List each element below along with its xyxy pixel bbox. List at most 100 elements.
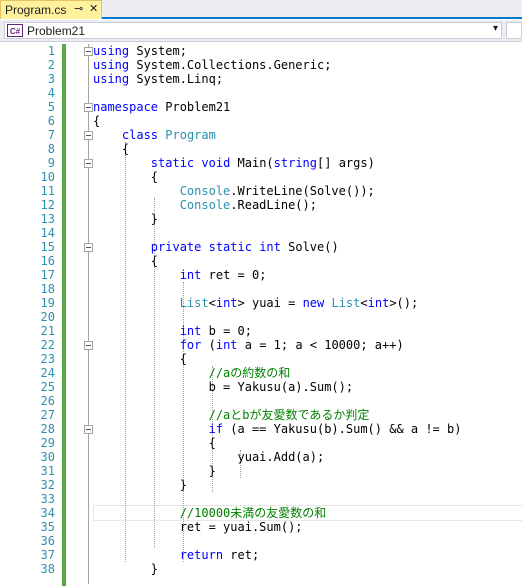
code-line[interactable]: 10 { xyxy=(0,170,522,184)
line-number: 24 xyxy=(40,366,55,380)
code-line[interactable]: 29 { xyxy=(0,436,522,450)
code-token: static xyxy=(150,156,195,170)
line-number: 11 xyxy=(40,184,55,198)
code-token: yuai.Add(a); xyxy=(93,450,325,464)
code-line[interactable]: 35 ret = yuai.Sum(); xyxy=(0,520,522,534)
code-token: int xyxy=(367,296,390,310)
code-text: b = Yakusu(a).Sum(); xyxy=(93,380,354,394)
code-line[interactable]: 13 } xyxy=(0,212,522,226)
code-line[interactable]: 2 using System.Collections.Generic; xyxy=(0,58,522,72)
code-line[interactable]: 33 xyxy=(0,492,522,506)
line-number: 34 xyxy=(40,506,55,520)
code-line[interactable]: 16 { xyxy=(0,254,522,268)
code-token: < xyxy=(208,296,216,310)
code-line[interactable]: 25 b = Yakusu(a).Sum(); xyxy=(0,380,522,394)
line-number: 19 xyxy=(40,296,55,310)
code-text: } xyxy=(93,464,216,478)
code-line[interactable]: 15 private static int Solve() xyxy=(0,240,522,254)
code-editor[interactable]: 1 using System; 2 using System.Collections.… xyxy=(0,42,522,586)
code-line[interactable]: 19 List<int> yuai = new List<int>(); xyxy=(0,296,522,310)
line-number: 33 xyxy=(40,492,55,506)
code-text: } xyxy=(93,212,158,226)
code-line[interactable]: 23 { xyxy=(0,352,522,366)
code-token: System.Collections.Generic; xyxy=(129,58,332,72)
code-text: List<int> yuai = new List<int>(); xyxy=(93,296,419,310)
code-line[interactable]: 4 xyxy=(0,86,522,100)
code-text: int b = 0; xyxy=(93,324,252,338)
line-number: 7 xyxy=(47,128,55,142)
code-line[interactable]: 8 { xyxy=(0,142,522,156)
code-line[interactable]: 17 int ret = 0; xyxy=(0,268,522,282)
code-token: .ReadLine(); xyxy=(230,198,317,212)
code-line[interactable]: 20 xyxy=(0,310,522,324)
code-line[interactable]: 34 //10000未満の友愛数の和 xyxy=(0,506,522,520)
code-token: b = Yakusu(a).Sum(); xyxy=(93,380,354,394)
code-token: > yuai = xyxy=(237,296,303,310)
code-text: { xyxy=(93,436,216,450)
code-token: (a == Yakusu(b).Sum() && a != b) xyxy=(223,422,462,436)
code-line[interactable]: 7 class Program xyxy=(0,128,522,142)
code-line[interactable]: 26 xyxy=(0,394,522,408)
document-tab-strip: Program.cs ⊸ ✕ xyxy=(0,0,522,19)
member-dropdown[interactable] xyxy=(506,22,522,39)
code-text: return ret; xyxy=(93,548,259,562)
line-number: 1 xyxy=(47,44,55,58)
tab-title: Program.cs xyxy=(5,3,67,17)
code-token: class xyxy=(121,128,159,142)
project-dropdown[interactable]: C# Problem21 ▾ xyxy=(4,22,502,39)
code-line[interactable]: 21 int b = 0; xyxy=(0,324,522,338)
line-number: 9 xyxy=(47,156,55,170)
chevron-down-icon[interactable]: ▾ xyxy=(493,23,498,34)
code-line[interactable]: 32 } xyxy=(0,478,522,492)
code-token: { xyxy=(93,114,101,128)
close-icon[interactable]: ✕ xyxy=(89,2,98,15)
pin-icon[interactable]: ⊸ xyxy=(74,2,83,15)
code-text: static void Main(string[] args) xyxy=(93,156,375,170)
line-number: 21 xyxy=(40,324,55,338)
code-line[interactable]: 31 } xyxy=(0,464,522,478)
code-token: { xyxy=(93,436,216,450)
line-number: 23 xyxy=(40,352,55,366)
code-token: string xyxy=(273,156,318,170)
code-line[interactable]: 28 if (a == Yakusu(b).Sum() && a != b) xyxy=(0,422,522,436)
code-line[interactable]: 36 xyxy=(0,534,522,548)
code-token: System; xyxy=(129,44,187,58)
code-token: } xyxy=(93,464,216,478)
code-line[interactable]: 24 //aの約数の和 xyxy=(0,366,522,380)
code-line[interactable]: 11 Console.WriteLine(Solve()); xyxy=(0,184,522,198)
code-line[interactable]: 22 for (int a = 1; a < 10000; a++) xyxy=(0,338,522,352)
line-number: 16 xyxy=(40,254,55,268)
code-line[interactable]: 30 yuai.Add(a); xyxy=(0,450,522,464)
code-line[interactable]: 37 return ret; xyxy=(0,548,522,562)
code-token: [] args) xyxy=(317,156,375,170)
code-token: int xyxy=(259,240,281,254)
code-line[interactable]: 1 using System; xyxy=(0,44,522,58)
code-line[interactable]: 27 //aとbが友愛数であるか判定 xyxy=(0,408,522,422)
code-line[interactable]: 6{ xyxy=(0,114,522,128)
code-line[interactable]: 9 static void Main(string[] args) xyxy=(0,156,522,170)
code-line[interactable]: 14 xyxy=(0,226,522,240)
code-line[interactable]: 18 xyxy=(0,282,522,296)
code-text: { xyxy=(93,142,129,156)
code-token: ( xyxy=(201,338,216,352)
code-token: int xyxy=(179,324,202,338)
code-token: using xyxy=(93,44,130,58)
code-line[interactable]: 3 using System.Linq; xyxy=(0,72,522,86)
code-token: Console xyxy=(179,198,231,212)
tab-program-cs[interactable]: Program.cs ⊸ ✕ xyxy=(0,0,102,19)
code-token: int xyxy=(215,296,238,310)
code-token: new xyxy=(302,296,325,310)
code-line[interactable]: 5 namespace Problem21 xyxy=(0,100,522,114)
code-token: private xyxy=(150,240,202,254)
line-number: 13 xyxy=(40,212,55,226)
code-token: ret; xyxy=(223,548,260,562)
code-token: System.Linq; xyxy=(129,72,224,86)
code-token: namespace xyxy=(93,100,159,114)
code-line[interactable]: 12 Console.ReadLine(); xyxy=(0,198,522,212)
